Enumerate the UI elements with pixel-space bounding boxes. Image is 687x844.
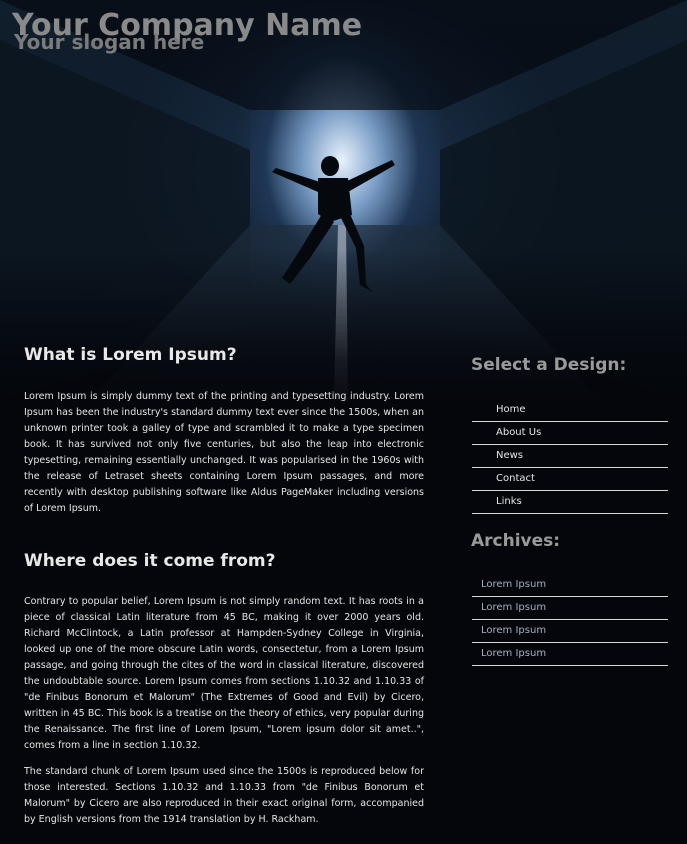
design-heading: Select a Design: <box>471 355 627 375</box>
nav-item-home[interactable]: Home <box>472 399 668 422</box>
section-heading: Where does it come from? <box>24 551 276 571</box>
archive-link[interactable]: Lorem Ipsum <box>472 620 668 643</box>
company-slogan: Your slogan here <box>14 30 205 54</box>
archive-link[interactable]: Lorem Ipsum <box>472 574 668 597</box>
nav-item-contact[interactable]: Contact <box>472 468 668 491</box>
design-nav: Home About Us News Contact Links <box>472 399 668 514</box>
section-paragraph: Contrary to popular belief, Lorem Ipsum … <box>24 596 424 751</box>
hero-banner <box>0 0 687 400</box>
nav-item-links[interactable]: Links <box>472 491 668 514</box>
archives-heading: Archives: <box>471 531 561 551</box>
archive-link[interactable]: Lorem Ipsum <box>472 597 668 620</box>
archive-link[interactable]: Lorem Ipsum <box>472 643 668 666</box>
archives-list: Lorem Ipsum Lorem Ipsum Lorem Ipsum Lore… <box>472 574 668 666</box>
section-heading: What is Lorem Ipsum? <box>24 345 237 365</box>
section-paragraph: The standard chunk of Lorem Ipsum used s… <box>24 766 424 825</box>
section-paragraph: Lorem Ipsum is simply dummy text of the … <box>24 391 424 514</box>
nav-item-about-us[interactable]: About Us <box>472 422 668 445</box>
hero-fade <box>0 250 687 400</box>
sidebar: Select a Design: Home About Us News Cont… <box>471 355 668 666</box>
nav-item-news[interactable]: News <box>472 445 668 468</box>
